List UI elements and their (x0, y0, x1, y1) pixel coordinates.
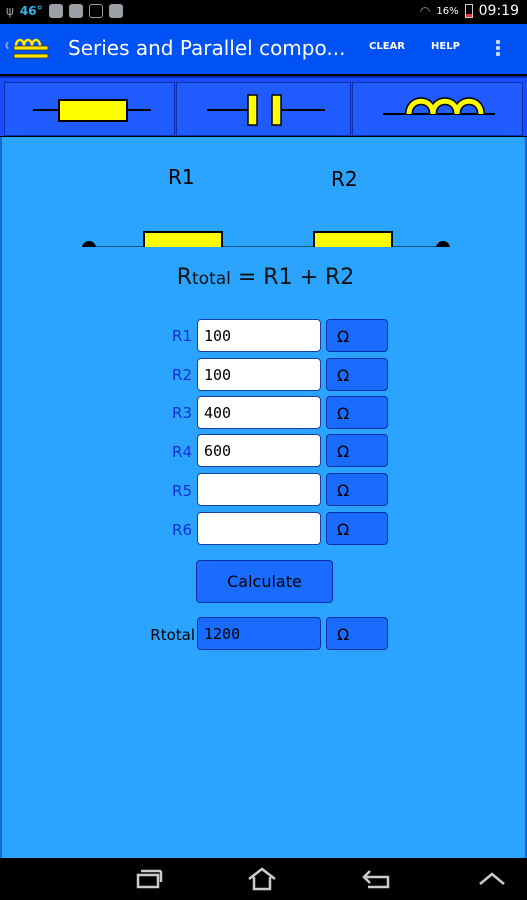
series-circuit-diagram: R1 (82, 231, 450, 247)
battery-percent: 16% (436, 5, 459, 17)
status-bar: ψ 46° ◠ 16% 09:19 (0, 0, 527, 24)
capacitor-icon (207, 94, 325, 126)
resistor-icon (33, 99, 151, 122)
circuit-label-r1: R1 (168, 165, 195, 189)
app-title: Series and Parallel compo... (68, 36, 346, 60)
r5-input[interactable] (197, 473, 321, 506)
r4-unit-button[interactable]: Ω (326, 434, 388, 467)
back-icon[interactable] (358, 866, 394, 892)
calculate-button[interactable]: Calculate (196, 560, 333, 603)
inductor-tab[interactable] (352, 82, 523, 136)
recent-apps-icon[interactable] (130, 866, 166, 892)
wifi-icon: ◠ (419, 4, 431, 18)
clear-button[interactable]: CLEAR (369, 41, 405, 52)
action-bar: Series and Parallel compo... CLEAR HELP (0, 24, 527, 74)
formula-rhs: = R1 + R2 (230, 265, 355, 290)
r3-input[interactable]: 400 (197, 396, 321, 429)
temperature-text: 46° (19, 4, 43, 18)
rtotal-output: 1200 (197, 617, 321, 650)
r1-input[interactable]: 100 (197, 319, 321, 352)
r3-label: R3 (172, 404, 192, 422)
navigation-bar (0, 858, 527, 900)
main-content: R1 R1 R2 Rtotal = R1 + R2 R1 100 Ω R2 10… (0, 137, 527, 858)
capacitor-tab[interactable] (176, 82, 351, 136)
r6-input[interactable] (197, 512, 321, 545)
hide-keyboard-icon[interactable] (474, 866, 510, 892)
r1-unit-button[interactable]: Ω (326, 319, 388, 352)
resistor-tab[interactable] (4, 82, 175, 136)
app-logo-icon[interactable] (4, 32, 56, 66)
usb-icon: ψ (6, 4, 14, 18)
rtotal-unit-button[interactable]: Ω (326, 617, 388, 650)
formula-lhs: R (176, 265, 192, 290)
component-tabs (0, 76, 527, 136)
r6-label: R6 (172, 521, 192, 539)
download-notification-icon (108, 4, 123, 18)
r6-unit-button[interactable]: Ω (326, 512, 388, 545)
help-button[interactable]: HELP (431, 41, 460, 52)
r4-input[interactable]: 600 (197, 434, 321, 467)
recycle-notification-icon (88, 4, 103, 18)
r5-unit-button[interactable]: Ω (326, 473, 388, 506)
rtotal-label: Rtotal (150, 626, 195, 644)
formula: Rtotal = R1 + R2 (2, 265, 527, 290)
r2-input[interactable]: 100 (197, 358, 321, 391)
r3-unit-button[interactable]: Ω (326, 396, 388, 429)
check-notification-icon (68, 4, 83, 18)
battery-icon (464, 4, 473, 18)
r5-label: R5 (172, 482, 192, 500)
overflow-menu-icon[interactable] (493, 38, 503, 60)
circuit-label-r2: R2 (331, 167, 358, 191)
r1-label: R1 (172, 327, 192, 345)
inductor-icon (383, 97, 495, 115)
home-icon[interactable] (244, 866, 280, 892)
r4-label: R4 (172, 443, 192, 461)
r2-unit-button[interactable]: Ω (326, 358, 388, 391)
formula-lhs-sub: total (192, 269, 231, 289)
r2-label: R2 (172, 366, 192, 384)
clock: 09:19 (478, 3, 519, 19)
app-notification-icon (48, 4, 63, 18)
